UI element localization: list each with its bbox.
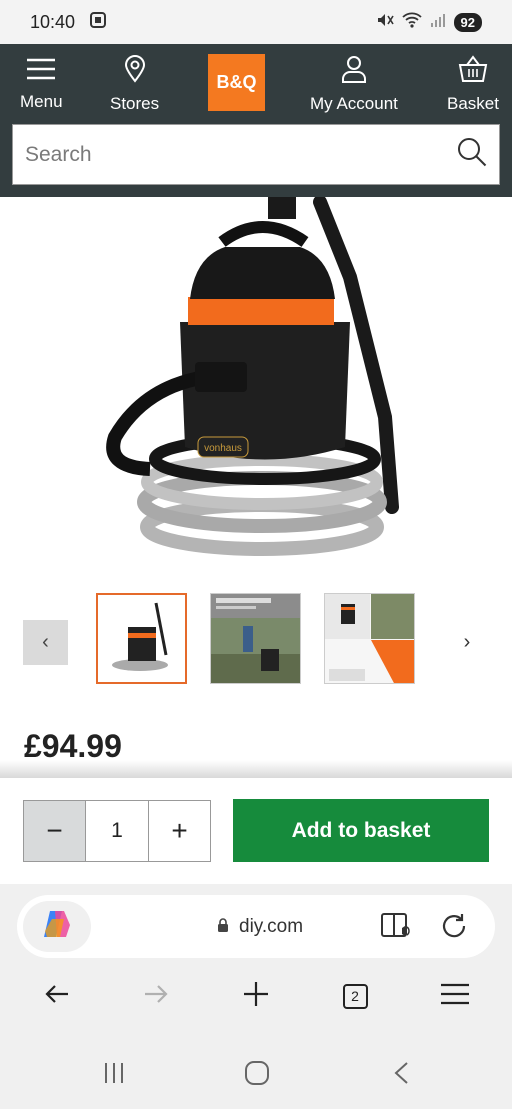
minus-icon: −: [46, 815, 63, 846]
product-main-image[interactable]: vonhaus: [0, 195, 512, 577]
basket-button[interactable]: Basket: [447, 55, 499, 114]
new-tab-button[interactable]: [234, 974, 278, 1018]
search-icon[interactable]: [457, 137, 487, 172]
plus-icon: [243, 981, 269, 1012]
copilot-icon: [41, 909, 73, 944]
arrow-right-icon: [143, 984, 169, 1009]
status-bar: 10:40 92: [0, 0, 512, 44]
brand-label: vonhaus: [204, 443, 242, 454]
stores-label: Stores: [110, 94, 160, 113]
recent-apps-button[interactable]: [94, 1055, 134, 1095]
basket-icon: [458, 55, 488, 88]
url-display[interactable]: diy.com: [217, 895, 303, 958]
forward-button[interactable]: [134, 974, 178, 1018]
carousel-prev-button[interactable]: ‹: [23, 620, 68, 665]
home-icon: [244, 1060, 270, 1091]
plus-icon: +: [171, 815, 188, 846]
tabs-button[interactable]: 2: [333, 974, 377, 1018]
search-box: [12, 124, 500, 185]
site-header: Menu Stores B&Q My Account Basket: [0, 44, 512, 197]
reader-mode-icon[interactable]: [380, 911, 412, 946]
add-to-basket-button[interactable]: Add to basket: [233, 799, 489, 862]
browser-menu-button[interactable]: [433, 974, 477, 1018]
refresh-icon[interactable]: [439, 911, 469, 946]
lock-icon: [217, 916, 229, 938]
browser-toolbar: 2: [0, 974, 512, 1034]
location-pin-icon: [123, 55, 147, 88]
back-button[interactable]: [35, 974, 79, 1018]
mute-icon: [376, 11, 394, 34]
tab-count: 2: [342, 983, 368, 1009]
quantity-stepper: − 1 +: [23, 800, 211, 862]
thumbnail-carousel: ‹ ›: [0, 592, 512, 687]
system-back-button[interactable]: [381, 1055, 421, 1095]
increase-quantity-button[interactable]: +: [148, 801, 210, 861]
thumbnail-1[interactable]: [96, 593, 187, 684]
search-input[interactable]: [25, 142, 457, 167]
thumbnail-2[interactable]: [210, 593, 301, 684]
carousel-next-button[interactable]: ›: [452, 620, 482, 665]
chevron-left-icon: [393, 1061, 409, 1090]
arrow-left-icon: [44, 984, 70, 1009]
user-icon: [341, 55, 367, 88]
android-nav-bar: [0, 1041, 512, 1109]
quantity-value[interactable]: 1: [86, 801, 148, 861]
decrease-quantity-button[interactable]: −: [24, 801, 86, 861]
hamburger-icon: [440, 983, 470, 1010]
chevron-right-icon: ›: [463, 631, 471, 653]
menu-label: Menu: [20, 92, 63, 111]
menu-button[interactable]: Menu: [20, 57, 63, 112]
my-account-button[interactable]: My Account: [310, 55, 398, 114]
chevron-left-icon: ‹: [42, 631, 49, 653]
purchase-bar: − 1 + Add to basket: [0, 778, 512, 884]
signal-icon: [430, 12, 446, 33]
address-bar[interactable]: diy.com: [17, 895, 495, 958]
sticky-bar-shadow: [0, 760, 512, 778]
stores-button[interactable]: Stores: [110, 55, 159, 114]
screenshot-icon: [89, 11, 107, 34]
browser-chrome: diy.com 2: [0, 884, 512, 1041]
recents-icon: [102, 1062, 126, 1089]
my-account-label: My Account: [310, 94, 398, 113]
thumbnail-3[interactable]: [324, 593, 415, 684]
home-button[interactable]: [237, 1055, 277, 1095]
status-time: 10:40: [30, 11, 76, 32]
bq-logo[interactable]: B&Q: [208, 54, 265, 111]
url-text: diy.com: [239, 915, 304, 937]
wifi-icon: [401, 11, 422, 34]
battery-indicator: 92: [453, 12, 482, 32]
copilot-button[interactable]: [23, 901, 91, 952]
site-nav: Menu Stores B&Q My Account Basket: [0, 44, 512, 122]
hamburger-icon: [26, 57, 56, 86]
basket-label: Basket: [447, 94, 499, 113]
